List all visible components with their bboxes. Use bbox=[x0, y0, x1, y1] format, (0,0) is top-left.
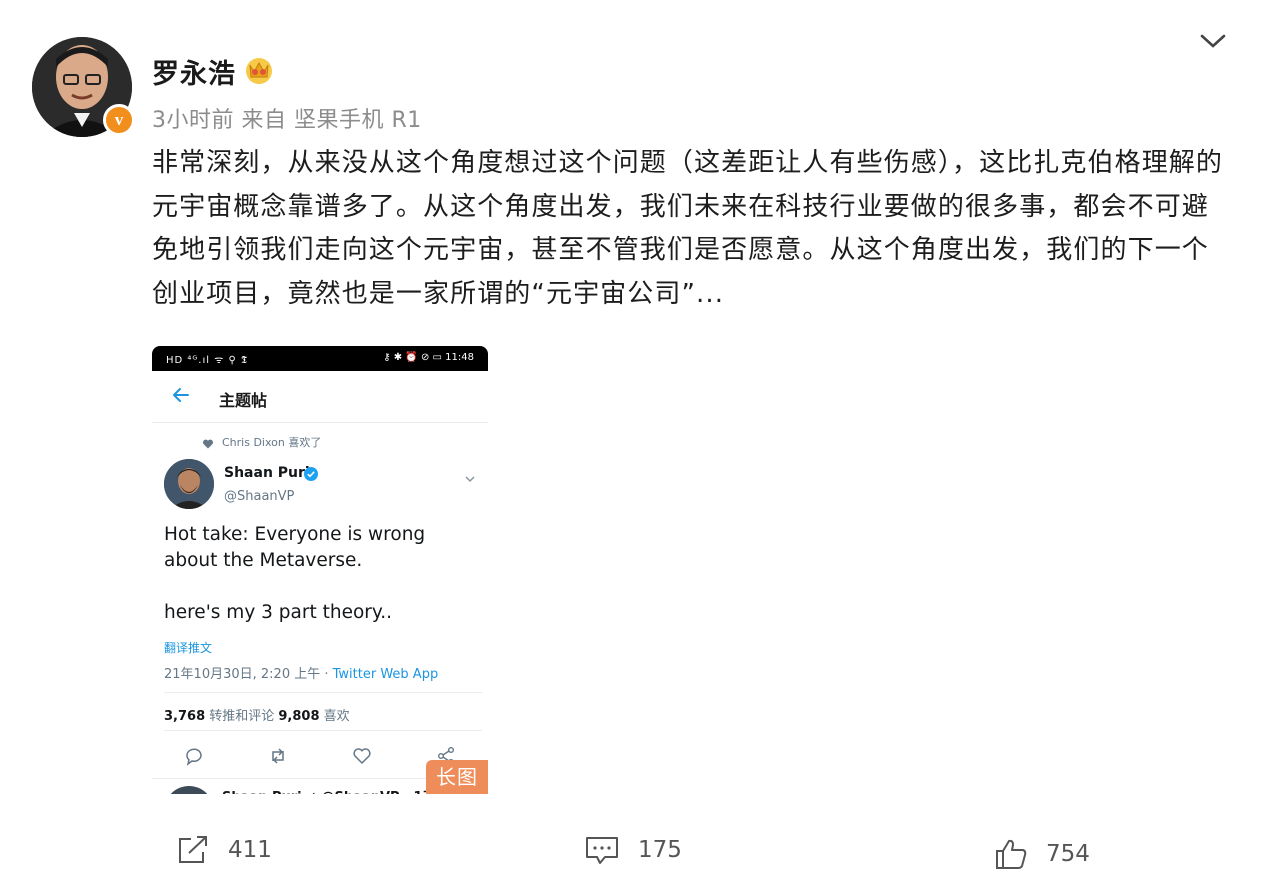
comment-button[interactable]: 175 bbox=[584, 830, 682, 870]
post-text: 非常深刻，从来没从这个角度想过这个问题（这差距让人有些伤感），这比扎克伯格理解的… bbox=[152, 148, 1224, 309]
tweet-app-link[interactable]: Twitter Web App bbox=[333, 667, 439, 682]
tweet-menu-chevron-icon[interactable] bbox=[464, 468, 476, 483]
long-image-tag: 长图 bbox=[426, 760, 488, 794]
verified-icon bbox=[304, 466, 318, 481]
back-arrow-icon[interactable] bbox=[170, 384, 192, 406]
like-label: 喜欢 bbox=[319, 709, 350, 724]
tweet-time: 21年10月30日, 2:20 上午 · bbox=[164, 667, 333, 682]
tweet-text-line-1: Hot take: Everyone is wrong about the Me… bbox=[164, 524, 426, 571]
share-count: 411 bbox=[228, 837, 272, 863]
tweet-author-name[interactable]: Shaan Puri bbox=[224, 465, 310, 481]
tweet-text-line-2: here's my 3 part theory.. bbox=[164, 602, 392, 623]
thread-title: 主题帖 bbox=[219, 391, 268, 410]
divider bbox=[164, 692, 482, 693]
divider bbox=[152, 422, 488, 423]
next-tweet-preview: Shaan Puri ✓ @ShaanVP · 1天 bbox=[222, 786, 436, 794]
like-count-main: 754 bbox=[1046, 841, 1090, 867]
liked-by: Chris Dixon 喜欢了 bbox=[222, 436, 322, 449]
comment-icon bbox=[586, 837, 618, 864]
comment-count: 175 bbox=[638, 837, 682, 863]
chevron-down-icon[interactable] bbox=[1198, 30, 1228, 52]
like-button[interactable]: 754 bbox=[994, 834, 1090, 874]
like-icon[interactable] bbox=[352, 746, 372, 766]
retweet-count: 3,768 bbox=[164, 709, 206, 724]
next-tweet-avatar bbox=[164, 786, 214, 794]
author-name[interactable]: 罗永浩 bbox=[152, 52, 236, 91]
retweet-label: 转推和评论 bbox=[205, 709, 279, 724]
tweet-timestamp: 21年10月30日, 2:20 上午 · Twitter Web App bbox=[164, 663, 438, 682]
heart-icon bbox=[202, 435, 214, 449]
embedded-screenshot[interactable]: HD ⁴ᴳ.ıl ᯤ ⚲ 𝕿 ⚷ ✱ ⏰ ⊘ ▭ 11:48 主题帖 Chris… bbox=[152, 346, 488, 794]
tweet-text: Hot take: Everyone is wrong about the Me… bbox=[164, 522, 482, 626]
translate-link[interactable]: 翻译推文 bbox=[164, 639, 212, 656]
like-count: 9,808 bbox=[278, 709, 320, 724]
thumbs-up-icon bbox=[996, 839, 1027, 869]
tweet-stats: 3,768 转推和评论 9,808 喜欢 bbox=[164, 705, 350, 724]
verified-v-icon: v bbox=[103, 104, 135, 136]
reply-icon[interactable] bbox=[184, 746, 204, 766]
post-meta: 3小时前 来自 坚果手机 R1 bbox=[152, 108, 422, 133]
crown-icon bbox=[244, 55, 274, 85]
status-right: ⚷ ✱ ⏰ ⊘ ▭ 11:48 bbox=[383, 352, 474, 363]
phone-status-bar: HD ⁴ᴳ.ıl ᯤ ⚲ 𝕿 ⚷ ✱ ⏰ ⊘ ▭ 11:48 bbox=[152, 346, 488, 371]
status-left: HD ⁴ᴳ.ıl ᯤ ⚲ 𝕿 bbox=[166, 355, 249, 366]
tweet-handle[interactable]: @ShaanVP bbox=[224, 489, 294, 504]
share-icon bbox=[179, 836, 207, 863]
divider bbox=[164, 730, 482, 731]
share-button[interactable]: 411 bbox=[176, 830, 272, 870]
retweet-icon[interactable] bbox=[268, 746, 288, 766]
tweet-avatar[interactable] bbox=[164, 459, 214, 509]
